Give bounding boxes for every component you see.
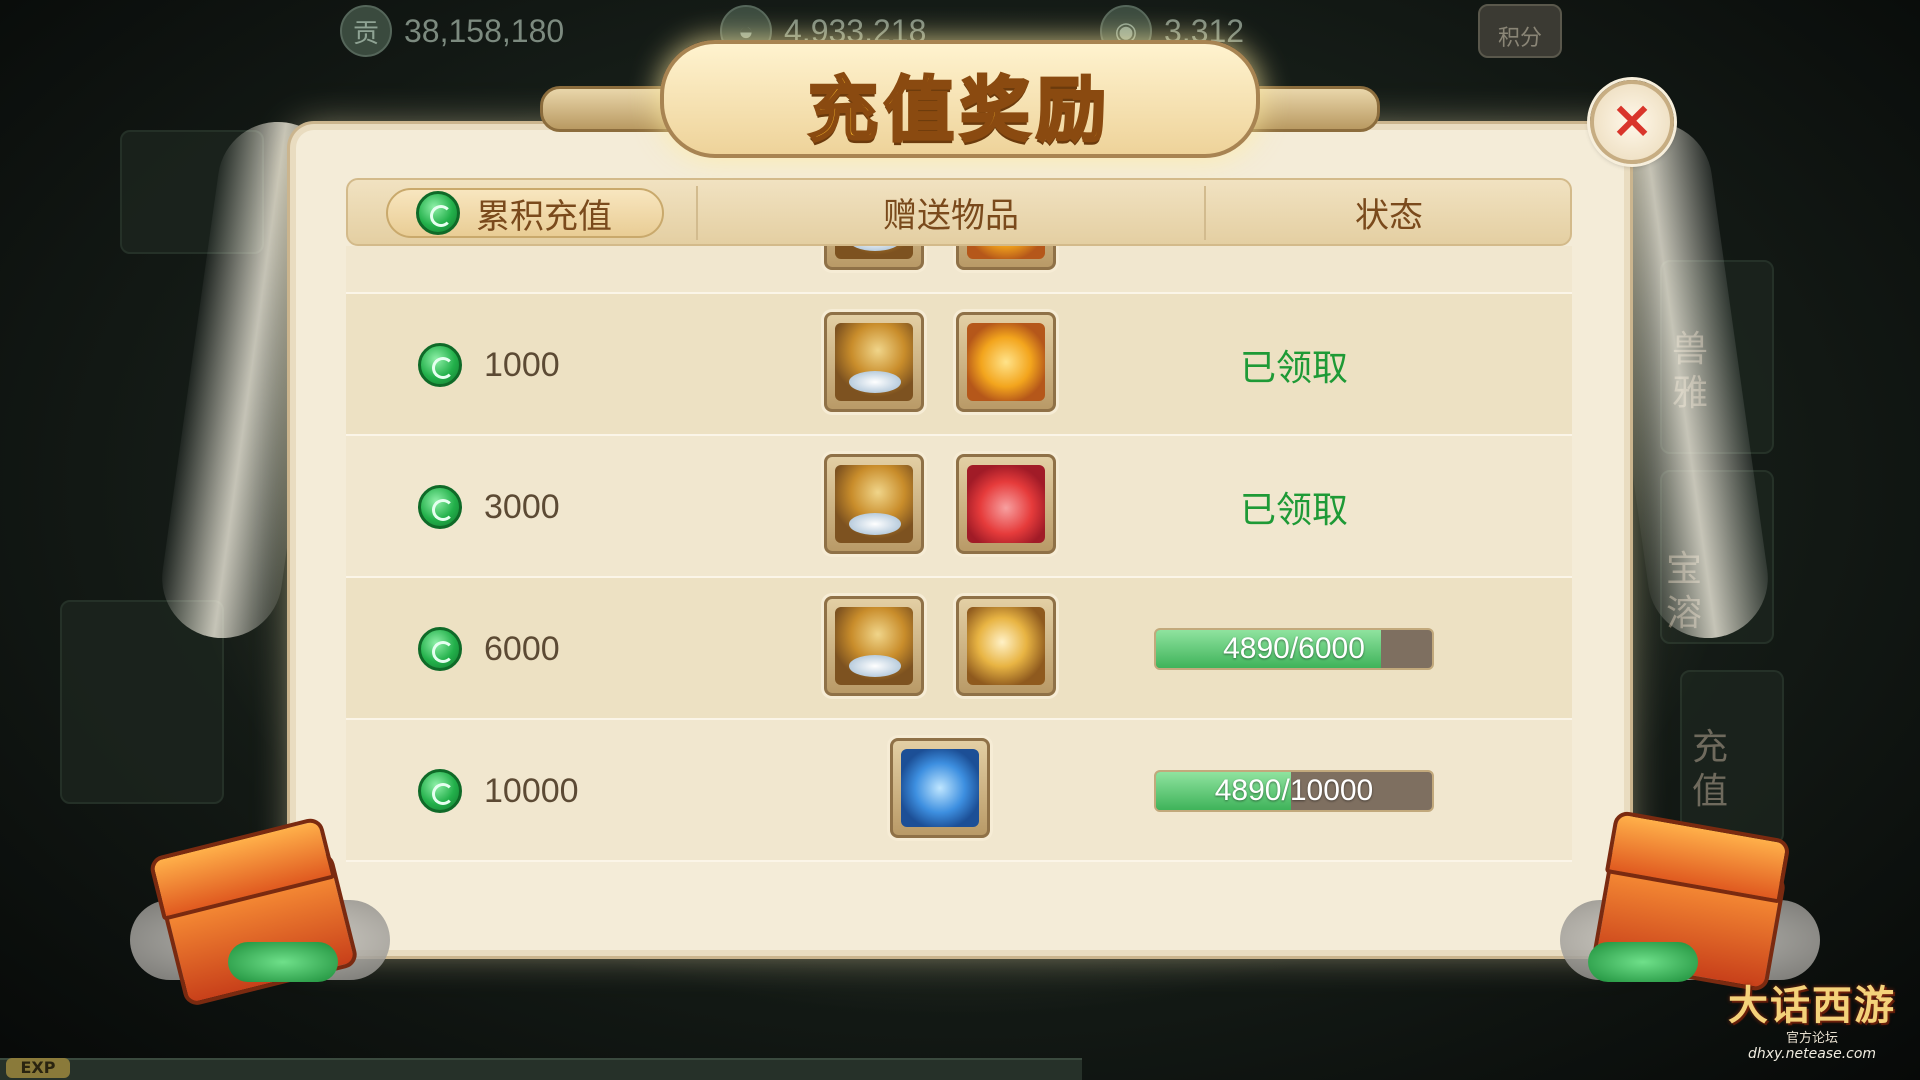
exp-bar xyxy=(0,1058,1082,1080)
status-cell: 已领取 xyxy=(1076,294,1512,436)
jade-icon xyxy=(418,485,462,529)
jade-icon xyxy=(418,769,462,813)
title-plate: 充值奖励 xyxy=(540,40,1380,158)
reward-item[interactable] xyxy=(956,596,1056,696)
table-row: 3000 已领取 xyxy=(346,436,1572,578)
reward-table: 累积充值 赠送物品 状态 1000 已领取 3000 已领取 6000 4890… xyxy=(346,178,1572,884)
reward-item[interactable] xyxy=(824,596,924,696)
recharge-amount: 1000 xyxy=(484,345,560,384)
score-button[interactable]: 积分 xyxy=(1478,4,1562,58)
reward-item[interactable] xyxy=(824,312,924,412)
reward-item[interactable] xyxy=(824,246,924,270)
watermark-logo: 大话西游 xyxy=(1728,982,1896,1029)
status-cell: 4890/6000 xyxy=(1076,578,1512,720)
status-cell: 4890/10000 xyxy=(1076,720,1512,862)
table-row: 1000 已领取 xyxy=(346,294,1572,436)
close-icon: × xyxy=(1610,90,1654,150)
header-gift-items: 赠送物品 xyxy=(883,195,1019,236)
reward-item[interactable] xyxy=(956,312,1056,412)
close-button[interactable]: × xyxy=(1590,80,1674,164)
table-row: 6000 4890/6000 xyxy=(346,578,1572,720)
jade-icon xyxy=(418,343,462,387)
recharge-amount: 10000 xyxy=(484,771,579,810)
dialog-title: 充值奖励 xyxy=(807,67,1112,153)
jade-coins-decoration xyxy=(228,942,338,982)
lucky-bag-icon xyxy=(967,246,1045,259)
watermark-url: dhxy.netease.com xyxy=(1747,1046,1877,1062)
exp-label: EXP xyxy=(6,1058,70,1078)
jade-icon xyxy=(418,627,462,671)
red-lucky-bag-icon xyxy=(967,465,1045,543)
silver-bag-icon xyxy=(835,246,913,259)
contribution-display: 贡 38,158,180 xyxy=(340,5,565,57)
amount-cell: 3000 xyxy=(418,436,560,578)
reward-item[interactable] xyxy=(890,738,990,838)
progress-text: 4890/10000 xyxy=(1214,774,1374,807)
recharge-amount: 3000 xyxy=(484,487,560,526)
watermark: 大话西游 官方论坛 dhxy.netease.com xyxy=(1728,973,1896,1062)
golden-dragon-icon xyxy=(967,607,1045,685)
jade-coins-decoration xyxy=(1588,942,1698,982)
table-header: 累积充值 赠送物品 状态 xyxy=(346,178,1572,246)
header-accumulated-pill: 累积充值 xyxy=(386,188,664,238)
reward-list[interactable]: 1000 已领取 3000 已领取 6000 4890/6000 10000 4… xyxy=(346,246,1572,884)
amount-cell: 6000 xyxy=(418,578,560,720)
table-row: 10000 4890/10000 xyxy=(346,720,1572,862)
reward-item[interactable] xyxy=(824,454,924,554)
status-cell: 已领取 xyxy=(1076,436,1512,578)
amount-cell: 10000 xyxy=(418,720,579,862)
reward-item[interactable] xyxy=(956,454,1056,554)
progress-text: 4890/6000 xyxy=(1223,632,1365,665)
silver-bag-icon xyxy=(835,465,913,543)
contribution-icon: 贡 xyxy=(340,5,392,57)
silver-bag-icon xyxy=(835,607,913,685)
amount-cell: 1000 xyxy=(418,294,560,436)
gold-lucky-bag-icon xyxy=(967,323,1045,401)
header-accumulated-recharge: 累积充值 xyxy=(476,196,612,237)
reward-item[interactable] xyxy=(956,246,1056,270)
table-row xyxy=(346,246,1572,294)
contribution-value: 38,158,180 xyxy=(404,12,565,49)
silver-bag-icon xyxy=(835,323,913,401)
progress-bar: 4890/10000 xyxy=(1154,770,1434,812)
claimed-status: 已领取 xyxy=(1239,348,1348,389)
recharge-amount: 6000 xyxy=(484,629,560,668)
header-status: 状态 xyxy=(1355,195,1423,236)
blue-scroll-icon xyxy=(901,749,979,827)
claimed-status: 已领取 xyxy=(1239,490,1348,531)
jade-icon xyxy=(416,191,460,235)
progress-bar: 4890/6000 xyxy=(1154,628,1434,670)
amount-cell xyxy=(418,246,462,294)
